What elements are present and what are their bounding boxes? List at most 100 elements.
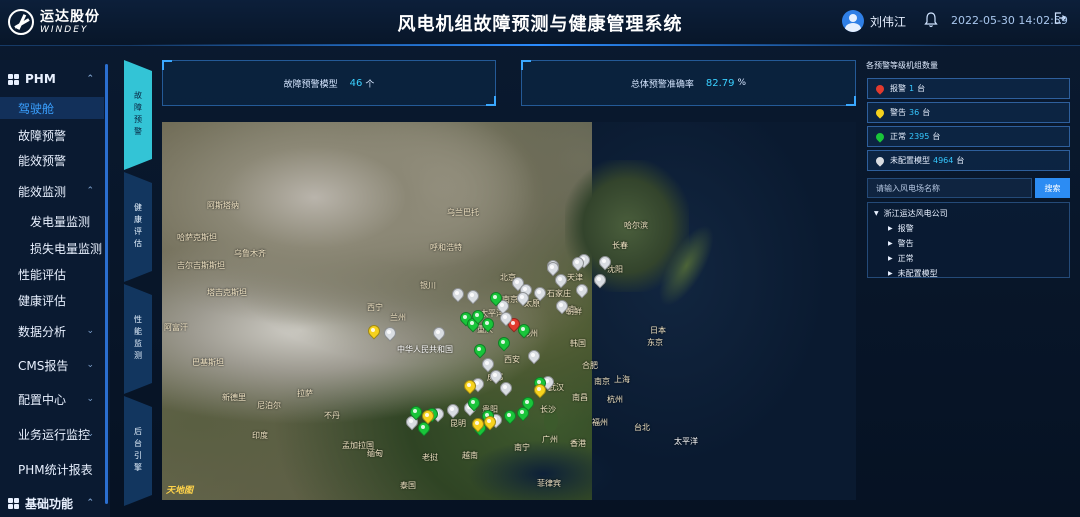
wind-farm-pin-warning[interactable] [534,384,544,398]
user-menu[interactable]: 刘伟江 [842,10,906,32]
status-warning[interactable]: 警告 36 台 [867,102,1070,123]
wind-farm-pin-unconfigured[interactable] [547,262,557,276]
tab-performance-monitor[interactable]: 性能监测 [124,284,152,394]
sidebar-item-data-analysis[interactable]: 数据分析 ⌄ [0,320,104,342]
map-label: 日本 [650,326,666,335]
wind-farm-pin-normal[interactable] [418,422,428,436]
map-label: 南昌 [572,393,588,402]
wind-farm-pin-unconfigured[interactable] [517,292,527,306]
metric-fault-model: 故障预警模型 46 个 [162,60,496,106]
wind-farm-pin-normal[interactable] [410,406,420,420]
wind-farm-pin-unconfigured[interactable] [572,257,582,271]
map-label: 天津 [567,273,583,282]
wind-farm-pin-unconfigured[interactable] [467,290,477,304]
sidebar-item-generation-monitor[interactable]: 发电量监测 [0,210,104,232]
wind-farm-pin-warning[interactable] [472,418,482,432]
tree-node-root[interactable]: ▼ 浙江运达风电公司 [874,206,1063,221]
wind-farm-pin-warning[interactable] [368,325,378,339]
sidebar-scrollbar[interactable] [105,64,108,504]
map-label: 石家庄 [547,289,571,298]
sidebar: PHM ⌃ 驾驶舱 故障预警 能效预警 能效监测 ⌃ 发电量监测 损失电量监测 … [0,60,110,517]
metric-accuracy: 总体预警准确率 82.79 % [521,60,856,106]
top-header: 运达股份 WINDEY 风电机组故障预测与健康管理系统 刘伟江 2022-05-… [0,0,1080,46]
tree-node-warning[interactable]: ▶ 警告 [874,236,1063,251]
map-label: 巴基斯坦 [192,358,224,367]
map-label: 南京 [594,377,610,386]
sidebar-item-efficiency-monitor[interactable]: 能效监测 ⌃ [0,180,104,202]
sidebar-item-ops-monitor[interactable]: 业务运行监控 ⌄ [0,423,104,445]
sidebar-item-basic[interactable]: 基础功能 ⌃ [0,492,104,514]
tree-node-alarm[interactable]: ▶ 报警 [874,221,1063,236]
caret-right-icon: ▶ [888,225,893,232]
tab-health-assessment[interactable]: 健康评估 [124,172,152,282]
wind-farm-map[interactable]: 乌兰巴托 阿斯塔纳 哈萨克斯坦 吉尔吉斯斯坦 乌鲁木齐 巴基斯坦 阿富汗 塔吉克… [162,122,856,500]
sidebar-item-fault-warning[interactable]: 故障预警 [0,124,104,146]
wind-farm-pin-normal[interactable] [468,397,478,411]
wind-farm-pin-warning[interactable] [464,380,474,394]
sidebar-item-phm[interactable]: PHM ⌃ [0,68,104,90]
map-label: 朝鲜 [566,307,582,316]
wind-farm-pin-unconfigured[interactable] [599,256,609,270]
sidebar-item-cms-report[interactable]: CMS报告 ⌄ [0,354,104,376]
wind-farm-pin-normal[interactable] [474,344,484,358]
wind-farm-pin-unconfigured[interactable] [452,288,462,302]
wind-farm-pin-normal[interactable] [482,318,492,332]
map-label: 菲律宾 [537,479,561,488]
tab-fault-warning[interactable]: 故障预警 [124,60,152,170]
wind-farm-pin-normal[interactable] [472,310,482,324]
wind-farm-pin-unconfigured[interactable] [490,370,500,384]
tab-backend-engine[interactable]: 后台引擎 [124,396,152,506]
sidebar-item-config-center[interactable]: 配置中心 ⌄ [0,388,104,410]
wind-farm-pin-unconfigured[interactable] [433,327,443,341]
map-label: 乌兰巴托 [447,208,479,217]
tree-node-unconfigured[interactable]: ▶ 未配置模型 [874,266,1063,281]
map-label: 上海 [614,375,630,384]
sidebar-item-efficiency-warning[interactable]: 能效预警 [0,149,104,171]
status-alarm[interactable]: 报警 1 台 [867,78,1070,99]
user-name: 刘伟江 [870,14,907,29]
wind-farm-pin-normal[interactable] [518,324,528,338]
sidebar-item-cockpit[interactable]: 驾驶舱 [0,97,104,119]
status-unconfigured[interactable]: 未配置模型 4964 台 [867,150,1070,171]
map-label: 台北 [634,423,650,432]
caret-right-icon: ▶ [888,270,893,277]
wind-farm-search-input[interactable] [867,178,1032,198]
wind-farm-pin-unconfigured[interactable] [555,274,565,288]
wind-farm-pin-normal[interactable] [498,337,508,351]
wind-farm-pin-unconfigured[interactable] [594,274,604,288]
map-watermark: 天地图 [166,486,194,496]
alarm-pin-icon [874,82,886,95]
wind-farm-pin-unconfigured[interactable] [447,404,457,418]
wind-farm-pin-normal[interactable] [504,410,514,424]
wind-farm-tree: ▼ 浙江运达风电公司 ▶ 报警 ▶ 警告 ▶ 正常 ▶ 未配置模型 [867,202,1070,278]
sidebar-item-phm-report[interactable]: PHM统计报表 [0,458,104,480]
map-label: 长沙 [540,405,556,414]
sidebar-item-loss-monitor[interactable]: 损失电量监测 [0,237,104,259]
tree-node-normal[interactable]: ▶ 正常 [874,251,1063,266]
map-label: 杭州 [607,395,623,404]
bell-icon[interactable] [924,12,940,30]
wind-farm-pin-unconfigured[interactable] [384,327,394,341]
wind-farm-pin-normal[interactable] [490,292,500,306]
wind-farm-pin-normal[interactable] [517,407,527,421]
sidebar-item-health[interactable]: 健康评估 [0,289,104,311]
map-label: 呼和浩特 [430,243,462,252]
wind-farm-pin-warning[interactable] [484,416,494,430]
status-normal[interactable]: 正常 2395 台 [867,126,1070,147]
map-label: 西宁 [367,303,383,312]
wind-farm-pin-unconfigured[interactable] [556,300,566,314]
search-button[interactable]: 搜索 [1035,178,1070,198]
wind-farm-pin-unconfigured[interactable] [500,312,510,326]
logout-icon[interactable] [1054,12,1066,27]
wind-farm-pin-unconfigured[interactable] [528,350,538,364]
map-label: 哈萨克斯坦 [177,233,217,242]
map-label: 广州 [542,435,558,444]
map-label-ocean: 太平洋 [674,437,698,446]
wind-farm-pin-unconfigured[interactable] [534,287,544,301]
map-label: 塔吉克斯坦 [207,288,247,297]
sidebar-item-performance[interactable]: 性能评估 [0,263,104,285]
map-label: 乌鲁木齐 [234,249,266,258]
wind-farm-pin-warning[interactable] [422,410,432,424]
wind-farm-pin-unconfigured[interactable] [576,284,586,298]
wind-farm-pin-unconfigured[interactable] [500,382,510,396]
